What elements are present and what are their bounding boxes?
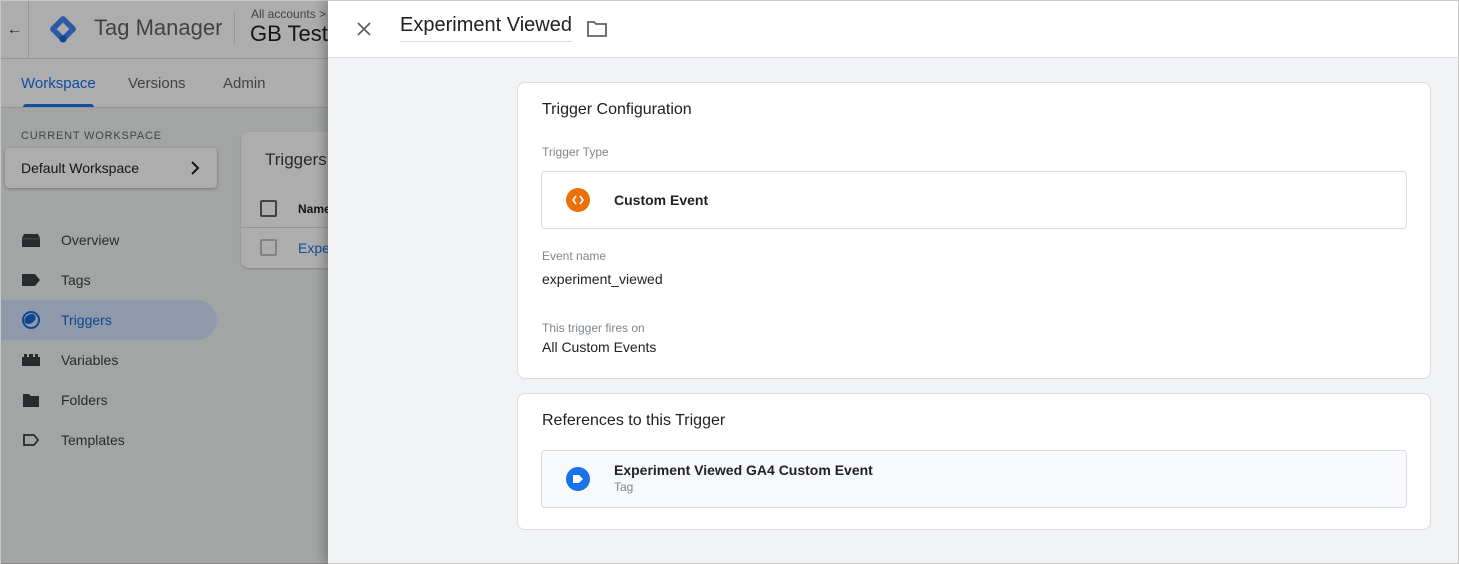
reference-item[interactable]: Experiment Viewed GA4 Custom Event Tag bbox=[541, 450, 1407, 508]
tag-icon bbox=[566, 467, 590, 491]
event-name-value: experiment_viewed bbox=[542, 271, 663, 287]
fires-on-label: This trigger fires on bbox=[542, 321, 645, 335]
event-name-label: Event name bbox=[542, 249, 607, 263]
panel-header: Experiment Viewed bbox=[328, 0, 1458, 58]
fires-on-value: All Custom Events bbox=[542, 339, 657, 355]
close-button[interactable] bbox=[350, 15, 378, 43]
trigger-configuration-card[interactable]: Trigger Configuration Trigger Type Custo… bbox=[517, 82, 1431, 379]
trigger-type-label: Trigger Type bbox=[542, 145, 609, 159]
references-title: References to this Trigger bbox=[542, 412, 726, 429]
trigger-type-name: Custom Event bbox=[614, 192, 709, 208]
trigger-name-input[interactable]: Experiment Viewed bbox=[400, 14, 572, 42]
folder-button[interactable] bbox=[585, 18, 609, 40]
custom-event-icon bbox=[566, 188, 590, 212]
trigger-editor-panel: Experiment Viewed Trigger Configuration … bbox=[328, 0, 1459, 564]
references-card: References to this Trigger Experiment Vi… bbox=[517, 393, 1431, 530]
close-icon bbox=[357, 22, 371, 36]
reference-name: Experiment Viewed GA4 Custom Event bbox=[614, 462, 873, 478]
reference-type: Tag bbox=[614, 480, 634, 494]
trigger-type-selector[interactable]: Custom Event bbox=[541, 171, 1407, 229]
card-title: Trigger Configuration bbox=[542, 101, 692, 118]
modal-scrim[interactable] bbox=[1, 1, 331, 564]
folder-outline-icon bbox=[587, 21, 607, 37]
